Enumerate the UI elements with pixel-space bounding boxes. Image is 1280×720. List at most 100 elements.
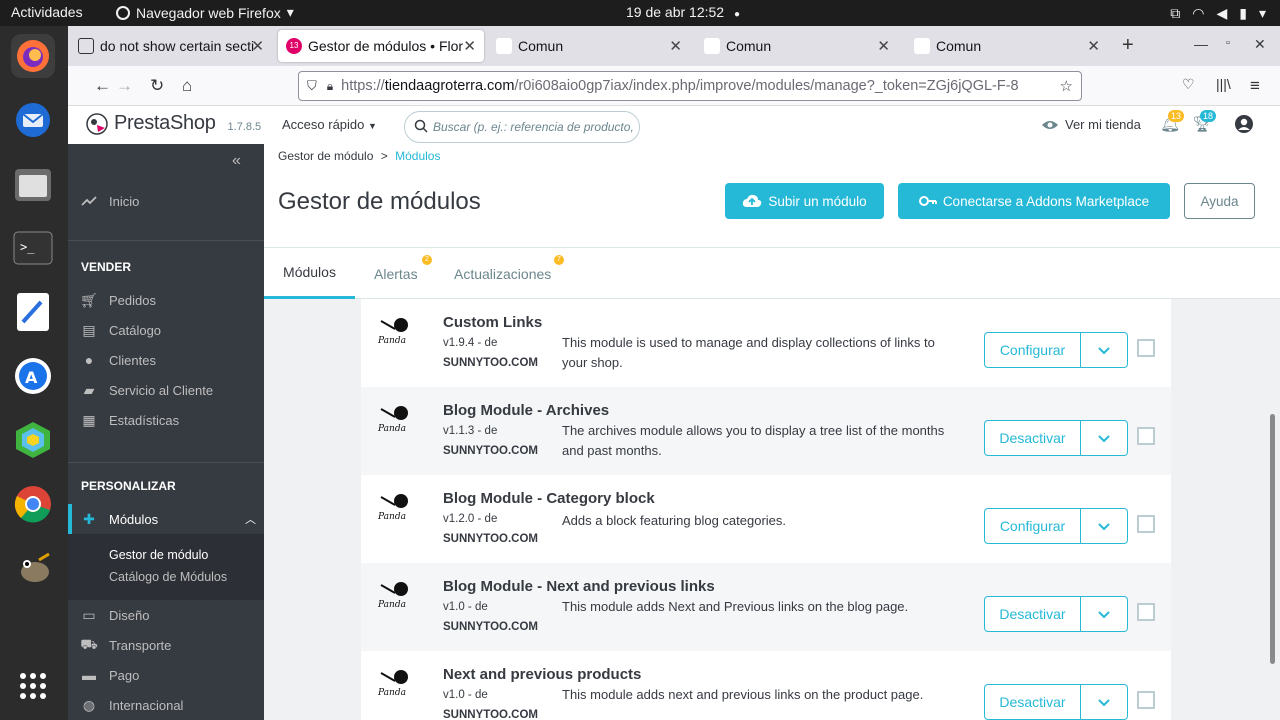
sidebar-item-modulos[interactable]: ✚ Módulos ︿	[68, 504, 264, 534]
employee-avatar[interactable]	[1234, 114, 1254, 137]
back-icon[interactable]: ←	[94, 76, 111, 96]
tab-modulos[interactable]: Módulos	[264, 248, 355, 299]
new-tab-icon[interactable]: +	[1122, 34, 1134, 57]
bulk-select-checkbox[interactable]	[1137, 339, 1155, 357]
orders-notification[interactable]: 🔔︎ 13	[1160, 110, 1185, 134]
sidebar-section-title: PERSONALIZAR	[81, 479, 176, 493]
modules-submenu	[68, 534, 264, 600]
clock[interactable]: 19 de abr 12:52 ●	[626, 4, 740, 20]
android-studio-dock-icon[interactable]: A	[11, 354, 55, 398]
bulk-select-checkbox[interactable]	[1137, 603, 1155, 621]
actions-dropdown[interactable]	[1081, 420, 1128, 456]
firefox-dock-icon[interactable]	[11, 34, 55, 78]
show-apps-grid-icon[interactable]	[11, 664, 55, 708]
sidebar-item-estadisticas[interactable]: ▦ Estadísticas	[68, 405, 264, 435]
submenu-item-gestor[interactable]: Gestor de módulo	[109, 548, 208, 562]
home-icon[interactable]: ⌂	[182, 76, 192, 96]
page-title: Gestor de módulos	[278, 188, 481, 215]
sidebar-item-clientes[interactable]: ● Clientes	[68, 345, 264, 375]
module-author: SUNNYTOO.COM	[443, 533, 538, 545]
browser-tab[interactable]: Comun ✕	[906, 30, 1108, 62]
bulk-select-checkbox[interactable]	[1137, 515, 1155, 533]
module-row: Panda Next and previous products v1.0 - …	[361, 651, 1171, 720]
browser-tab[interactable]: Comun ✕	[488, 30, 690, 62]
shield-icon[interactable]: ⛉	[307, 78, 317, 94]
forward-icon[interactable]: →	[116, 76, 133, 96]
breadcrumb-parent[interactable]: Gestor de módulo	[278, 149, 373, 163]
url-bar[interactable]: ⛉ 🔒︎ https://tiendaagroterra.com/r0i608a…	[298, 71, 1082, 101]
library-icon[interactable]: |||\	[1216, 76, 1231, 92]
upload-module-button[interactable]: Subir un módulo	[725, 183, 884, 219]
sidebar-item-internacional[interactable]: ◍ Internacional	[68, 690, 264, 720]
activities-button[interactable]: Actividades	[11, 4, 83, 20]
text-editor-dock-icon[interactable]	[11, 290, 55, 334]
terminal-dock-icon[interactable]: >_	[11, 226, 55, 270]
disable-button[interactable]: Desactivar	[984, 420, 1081, 456]
submenu-item-catalogo[interactable]: Catálogo de Módulos	[109, 570, 227, 584]
files-dock-icon[interactable]	[11, 162, 55, 206]
thunderbird-dock-icon[interactable]	[11, 98, 55, 142]
reload-icon[interactable]: ↻	[150, 76, 164, 96]
bookmark-star-icon[interactable]: ☆	[1060, 77, 1073, 95]
prestashop-logo[interactable]: PrestaShop 1.7.8.5	[86, 112, 261, 135]
store-icon: ▤	[82, 321, 96, 338]
puffin-logo-icon	[86, 112, 108, 135]
pocket-icon[interactable]: ♡	[1182, 76, 1195, 93]
wifi-icon: ◠	[1192, 5, 1205, 21]
actions-dropdown[interactable]	[1081, 508, 1128, 544]
view-shop-link[interactable]: Ver mi tienda	[1041, 117, 1141, 132]
sidebar-item-pago[interactable]: ▬ Pago	[68, 660, 264, 690]
sidebar-item-transporte[interactable]: ⛟ Transporte	[68, 630, 264, 660]
hamburger-menu-icon[interactable]: ≡	[1250, 76, 1260, 96]
close-tab-icon[interactable]: ✕	[1087, 37, 1100, 55]
close-tab-icon[interactable]: ✕	[877, 37, 890, 55]
page-header: Gestor de módulo > Módulos Gestor de mód…	[264, 144, 1280, 248]
page-scrollbar[interactable]	[1270, 414, 1275, 664]
actions-dropdown[interactable]	[1081, 596, 1128, 632]
sidebar-item-catalogo[interactable]: ▤ Catálogo	[68, 315, 264, 345]
minimize-icon[interactable]: —	[1194, 36, 1208, 52]
system-tray[interactable]: ⧉ ◠ ◀ ▮ ▾	[1170, 5, 1266, 22]
close-tab-icon[interactable]: ✕	[669, 37, 682, 55]
configure-button[interactable]: Configurar	[984, 332, 1081, 368]
sidebar-item-diseno[interactable]: ▭ Diseño	[68, 600, 264, 630]
sidebar-item-inicio[interactable]: Inicio	[68, 186, 264, 216]
tab-actualizaciones[interactable]: Actualizaciones 7	[454, 248, 574, 299]
lock-icon[interactable]: 🔒︎	[327, 79, 333, 94]
cube-app-dock-icon[interactable]	[11, 418, 55, 462]
gimp-dock-icon[interactable]	[11, 546, 55, 590]
module-version: v1.9.4 - de	[443, 337, 498, 349]
close-tab-icon[interactable]: ✕	[463, 37, 476, 55]
chevron-up-icon: ︿	[245, 514, 256, 526]
close-tab-icon[interactable]: ✕	[251, 37, 264, 55]
bulk-select-checkbox[interactable]	[1137, 691, 1155, 709]
configure-button[interactable]: Configurar	[984, 508, 1081, 544]
customers-notification[interactable]: 🏆︎ 18	[1192, 110, 1217, 134]
app-menu[interactable]: Navegador web Firefox ▾	[116, 4, 294, 21]
browser-tab-active[interactable]: 13 Gestor de módulos • Flor ✕	[278, 30, 484, 62]
sidebar-item-servicio[interactable]: ▰ Servicio al Cliente	[68, 375, 264, 405]
disable-button[interactable]: Desactivar	[984, 596, 1081, 632]
connect-addons-button[interactable]: Conectarse a Addons Marketplace	[898, 183, 1170, 219]
module-author: SUNNYTOO.COM	[443, 357, 538, 369]
search-input[interactable]: Buscar (p. ej.: referencia de producto,	[404, 111, 640, 143]
close-window-icon[interactable]: ✕	[1254, 36, 1266, 53]
sidebar-item-pedidos[interactable]: 🛒︎ Pedidos	[68, 285, 264, 315]
firefox-small-icon	[116, 5, 130, 20]
actions-dropdown[interactable]	[1081, 684, 1128, 720]
browser-tab[interactable]: Comun ✕	[696, 30, 898, 62]
restore-icon[interactable]: ▫	[1226, 37, 1230, 49]
browser-tab[interactable]: do not show certain secti ✕	[70, 30, 272, 62]
collapse-sidebar-icon[interactable]: «	[232, 152, 241, 170]
module-name: Blog Module - Category block	[443, 490, 655, 507]
quick-access-dropdown[interactable]: Acceso rápido ▼	[282, 117, 377, 132]
actions-dropdown[interactable]	[1081, 332, 1128, 368]
breadcrumb-current[interactable]: Módulos	[395, 149, 440, 163]
help-label: Ayuda	[1200, 193, 1239, 209]
chevron-down-icon	[1098, 519, 1110, 534]
disable-button[interactable]: Desactivar	[984, 684, 1081, 720]
bulk-select-checkbox[interactable]	[1137, 427, 1155, 445]
chrome-dock-icon[interactable]	[11, 482, 55, 526]
tab-alertas[interactable]: Alertas 2	[374, 248, 434, 299]
help-button[interactable]: Ayuda	[1184, 183, 1255, 219]
